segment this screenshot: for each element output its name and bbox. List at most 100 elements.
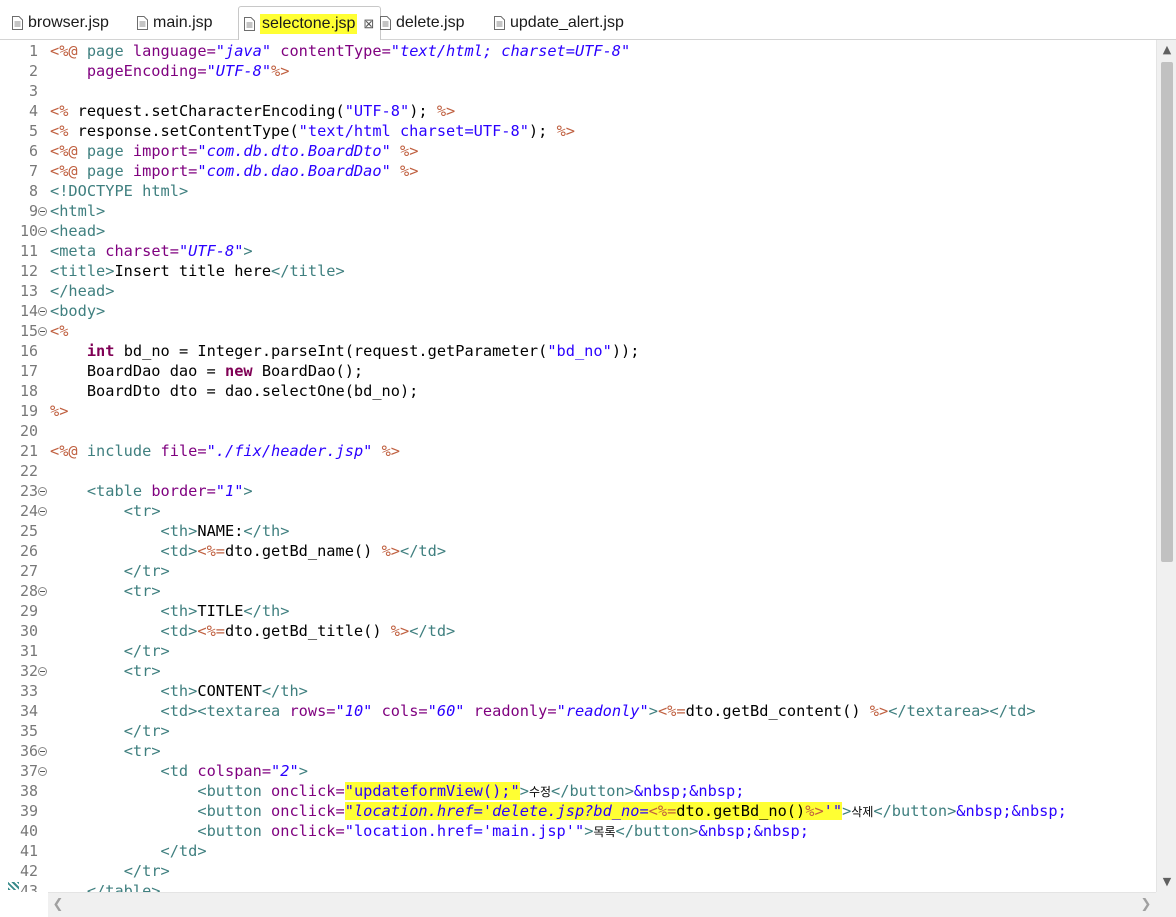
code-line[interactable]: <tr>: [50, 581, 161, 601]
code-line[interactable]: <table border="1">: [50, 481, 253, 501]
code-token: charset=: [105, 242, 179, 260]
code-line[interactable]: <%: [50, 321, 68, 341]
code-token: <tr>: [123, 502, 161, 520]
vertical-scrollbar[interactable]: ▲ ▼: [1156, 40, 1176, 892]
tab-update-alert-jsp[interactable]: update_alert.jsp: [494, 6, 624, 40]
code-line[interactable]: BoardDto dto = dao.selectOne(bd_no);: [50, 381, 419, 401]
code-line[interactable]: <html>: [50, 201, 105, 221]
code-token: onclick=: [271, 802, 345, 820]
code-line[interactable]: <%@ page language="java" contentType="te…: [50, 41, 630, 61]
jsp-file-icon: [137, 16, 148, 30]
line-number-text: 37: [19, 762, 38, 780]
tab-main-jsp[interactable]: main.jsp: [137, 6, 213, 40]
code-line[interactable]: <meta charset="UTF-8">: [50, 241, 253, 261]
code-token: </td>: [399, 542, 447, 560]
code-line[interactable]: </tr>: [50, 861, 170, 881]
code-line[interactable]: <head>: [50, 221, 105, 241]
fold-collapse-icon[interactable]: [38, 227, 47, 236]
line-number-text: 6: [28, 142, 38, 160]
code-token: request.setCharacterEncoding(: [77, 102, 345, 120]
code-token: dto.getBd_no(): [676, 802, 806, 820]
code-token: </tr>: [123, 722, 170, 740]
code-editor[interactable]: 1 2 3 4 5 6 7 8 9 10 11 12 13 14 15 16 17 18 19 20 21 22 23 24 2…: [0, 40, 1156, 892]
code-token: <tr>: [123, 582, 161, 600]
code-line[interactable]: <td colspan="2">: [50, 761, 308, 781]
code-token: "location.href='main.jsp'": [344, 822, 585, 840]
tab-selectone-jsp[interactable]: selectone.jsp ⊠: [238, 6, 382, 40]
code-token: </head>: [50, 282, 115, 300]
scroll-up-icon[interactable]: ▲: [1157, 40, 1176, 60]
code-token: Insert title here: [114, 262, 272, 280]
code-line[interactable]: </head>: [50, 281, 114, 301]
code-line[interactable]: <button onclick="location.href='main.jsp…: [50, 821, 809, 841]
line-number: 15: [0, 321, 48, 341]
code-token: <%@: [50, 142, 87, 160]
code-token: 수정: [528, 785, 552, 799]
line-number-text: 15: [19, 322, 38, 340]
fold-collapse-icon[interactable]: [38, 327, 47, 336]
code-token: </tr>: [123, 642, 170, 660]
line-number-text: 10: [19, 222, 38, 240]
code-line[interactable]: int bd_no = Integer.parseInt(request.get…: [50, 341, 640, 361]
code-line[interactable]: <!DOCTYPE html>: [50, 181, 188, 201]
jsp-file-icon: [244, 16, 255, 31]
fold-collapse-icon[interactable]: [38, 747, 47, 756]
code-line[interactable]: <th>TITLE</th>: [50, 601, 290, 621]
tab-delete-jsp[interactable]: delete.jsp: [380, 6, 465, 40]
line-number: 21: [0, 441, 48, 461]
code-line[interactable]: <td><%=dto.getBd_title() %></td>: [50, 621, 456, 641]
code-line[interactable]: <td><%=dto.getBd_name() %></td>: [50, 541, 447, 561]
code-line[interactable]: <% response.setContentType("text/html ch…: [50, 121, 575, 141]
fold-collapse-icon[interactable]: [38, 207, 47, 216]
code-line[interactable]: <% request.setCharacterEncoding("UTF-8")…: [50, 101, 455, 121]
code-token: dto.getBd_name(): [225, 542, 382, 560]
line-number: 11: [0, 241, 48, 261]
code-line[interactable]: </tr>: [50, 641, 170, 661]
code-token: %>: [805, 802, 824, 820]
code-line[interactable]: <th>NAME:</th>: [50, 521, 290, 541]
code-area[interactable]: <%@ page language="java" contentType="te…: [50, 40, 1156, 892]
code-line[interactable]: <td><textarea rows="10" cols="60" readon…: [50, 701, 1036, 721]
tab-browser-jsp[interactable]: browser.jsp: [12, 6, 109, 40]
close-tab-icon[interactable]: ⊠: [363, 16, 374, 31]
code-line[interactable]: <button onclick="location.href='delete.j…: [50, 801, 1067, 821]
code-line[interactable]: <%@ page import="com.db.dto.BoardDto" %>: [50, 141, 418, 161]
code-line[interactable]: <button onclick="updateformView();">수정</…: [50, 781, 744, 801]
code-token: readonly=: [473, 702, 557, 720]
code-line[interactable]: </tr>: [50, 721, 170, 741]
tab-label: browser.jsp: [28, 14, 109, 31]
code-line[interactable]: <body>: [50, 301, 105, 321]
fold-collapse-icon[interactable]: [38, 767, 47, 776]
line-number: 40: [0, 821, 48, 841]
horizontal-scrollbar[interactable]: ❮ ❯: [48, 892, 1156, 917]
code-line[interactable]: BoardDao dao = new BoardDao();: [50, 361, 363, 381]
fold-collapse-icon[interactable]: [38, 507, 47, 516]
fold-collapse-icon[interactable]: [38, 487, 47, 496]
code-line[interactable]: <tr>: [50, 661, 161, 681]
code-line[interactable]: </td>: [50, 841, 207, 861]
code-token: <body>: [50, 302, 106, 320]
fold-collapse-icon[interactable]: [38, 307, 47, 316]
vertical-scroll-thumb[interactable]: [1161, 62, 1173, 562]
code-line[interactable]: <th>CONTENT</th>: [50, 681, 308, 701]
scroll-down-icon[interactable]: ▼: [1157, 872, 1176, 892]
code-line[interactable]: <tr>: [50, 501, 161, 521]
fold-collapse-icon[interactable]: [38, 667, 47, 676]
code-line[interactable]: </table>: [50, 881, 161, 892]
code-line[interactable]: </tr>: [50, 561, 170, 581]
code-token: import=: [132, 162, 198, 180]
code-line[interactable]: <title>Insert title here</title>: [50, 261, 345, 281]
code-line[interactable]: <%@ include file="./fix/header.jsp" %>: [50, 441, 400, 461]
fold-collapse-icon[interactable]: [38, 587, 47, 596]
code-token: <%=: [648, 802, 677, 820]
code-line[interactable]: <%@ page import="com.db.dao.BoardDao" %>: [50, 161, 418, 181]
code-line[interactable]: pageEncoding="UTF-8"%>: [50, 61, 290, 81]
scroll-left-icon[interactable]: ❮: [48, 893, 68, 917]
scroll-right-icon[interactable]: ❯: [1136, 893, 1156, 917]
code-line[interactable]: %>: [50, 401, 68, 421]
code-line[interactable]: <tr>: [50, 741, 161, 761]
